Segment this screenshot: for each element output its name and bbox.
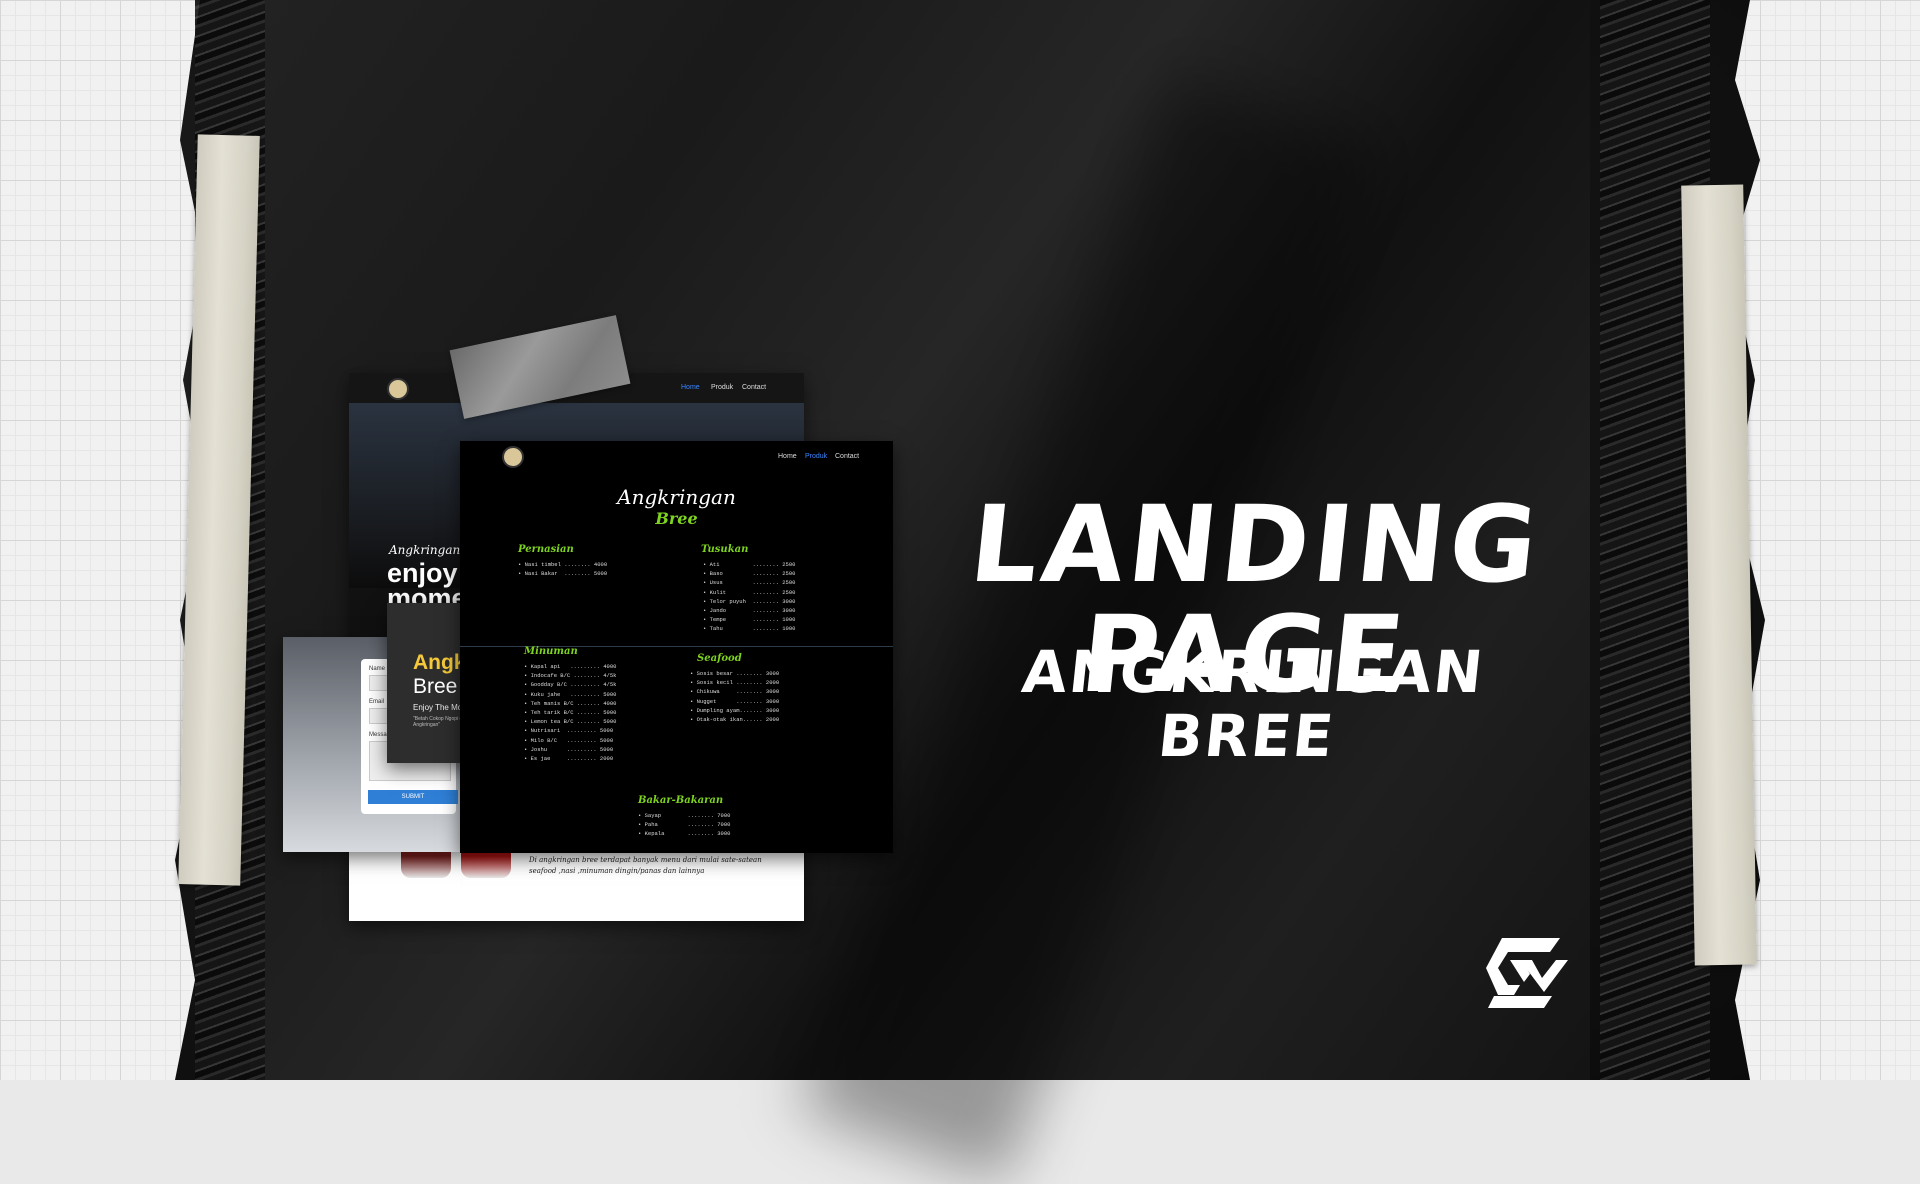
list-item: • Baso ........ 2500 [703,570,796,578]
brand-logo-icon [1486,938,1568,1008]
category-pernasian: Pernasian [518,544,574,555]
category-minuman: Minuman [524,646,578,657]
nav-produk[interactable]: Produk [805,453,827,460]
list-item: • Goodday B/C ......... 4/5k [524,681,617,689]
list-item: • Milo B/C ......... 5000 [524,736,614,744]
menu-brand-accent: Bree [655,509,698,528]
list-item: • Telor puyuh ........ 3000 [703,597,796,605]
mockup-menu-page: Home Produk Contact Angkringan Bree Pern… [460,441,893,853]
list-item: • Usus ........ 2500 [703,579,796,587]
nav-contact[interactable]: Contact [835,453,859,460]
list-item: • Lemon tea B/C ....... 5000 [524,718,617,726]
list-item: • Paha ........ 7000 [638,821,731,829]
list-item: • Teh tarik B/C ....... 5000 [524,709,617,717]
list-item: • Jando ........ 3000 [703,607,796,615]
menu-list-pernasian: • Nasi timbel ........ 4000 • Nasi Bakar… [518,560,607,578]
list-item: • Ati ........ 2500 [703,561,796,568]
site-logo-icon [387,378,409,400]
nav-home[interactable]: Home [778,453,797,460]
nav-produk[interactable]: Produk [711,384,733,391]
hero-card-subtitle: Bree [413,675,458,698]
list-item: • Indocafe B/C ........ 4/5k [524,672,617,680]
list-item: • Kapal api ......... 4000 [524,663,617,670]
list-item: • Joshu ......... 5000 [524,745,614,753]
list-item: • Sayap ........ 7000 [638,812,731,819]
list-item: • Kulit ........ 2500 [703,588,796,596]
list-item: • Nugget ........ 3000 [690,697,780,705]
list-item: • Sosis kecil ........ 2000 [690,679,780,687]
nav-home[interactable]: Home [681,384,700,391]
hero-card-title: Angk [413,651,466,674]
menu-list-bakar: • Sayap ........ 7000 • Paha ........ 70… [638,811,730,839]
list-item: • Kuku jahe ......... 5000 [524,690,617,698]
page-subtitle: ANGKRINGAN BREE [1018,638,1488,770]
list-item: • Chikuwa ........ 3000 [690,688,780,696]
list-item: • Tempe ........ 1000 [703,616,796,624]
list-item: • Es jae ......... 2000 [524,755,614,763]
form-label-email: Email [369,699,385,705]
list-item: • Nasi Bakar ........ 5000 [518,570,608,578]
menu-brand-name: Angkringan [617,485,736,509]
form-label-name: Name [369,666,386,672]
category-seafood: Seafood [697,653,742,664]
hero-card-tagline: Enjoy The Mo [413,703,463,712]
list-item: • Otak-otak ikan...... 2000 [690,716,780,724]
submit-button[interactable]: SUBMIT [368,790,458,804]
category-tusukan: Tusukan [701,544,749,555]
menu-list-minuman: • Kapal api ......... 4000 • Indocafe B/… [524,662,616,763]
list-item: • Nutrisari ......... 5000 [524,727,614,735]
list-item: • Kepala ........ 3000 [638,830,731,838]
site-logo-icon [502,446,524,468]
product-caption: Di angkringan bree terdapat banyak menu … [529,856,762,875]
list-item: • Tahu ........ 1000 [703,625,796,633]
list-item: • Teh manis B/C ....... 4000 [524,699,617,707]
menu-list-tusukan: • Ati ........ 2500 • Baso ........ 2500… [703,560,795,634]
list-item: • Nasi timbel ........ 4000 [518,561,608,568]
nav-contact[interactable]: Contact [742,384,766,391]
menu-list-seafood: • Sosis besar ........ 3000 • Sosis keci… [690,669,779,724]
category-bakar: Bakar-Bakaran [638,795,724,806]
list-item: • Sosis besar ........ 3000 [690,670,780,677]
list-item: • Dumpling ayam....... 3000 [690,706,780,714]
